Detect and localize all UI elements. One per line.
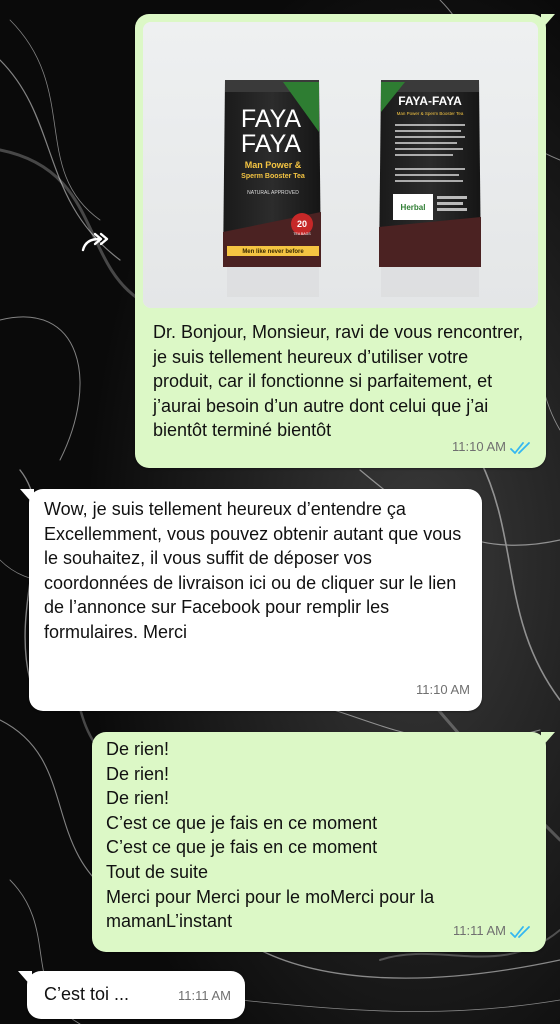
back-brand: FAYA-FAYA: [398, 94, 462, 108]
back-pack: FAYA-FAYA Man Power & Sperm Booster Tea …: [379, 80, 481, 267]
message-bubble-outgoing[interactable]: FAYA FAYA Man Power & Sperm Booster Tea …: [135, 14, 555, 468]
message-time: 11:10 AM: [452, 439, 506, 455]
bubble-tail: [541, 732, 555, 748]
message-meta: 11:11 AM: [453, 919, 534, 944]
message-bubble-outgoing[interactable]: De rien! De rien! De rien! C’est ce que …: [92, 732, 555, 952]
message-text: C’est toi ...: [44, 984, 130, 1004]
double-check-icon: [510, 441, 530, 454]
front-count: 20: [297, 219, 307, 229]
message-text: De rien! De rien! De rien! C’est ce que …: [106, 739, 435, 932]
front-tagline: NATURAL APPROVED: [247, 190, 299, 196]
product-image[interactable]: FAYA FAYA Man Power & Sperm Booster Tea …: [143, 22, 538, 308]
message-meta: 11:11 AM: [178, 984, 231, 1009]
back-logo-text: Herbal: [401, 203, 426, 212]
bubble-tail: [541, 14, 555, 30]
bubble-tail: [18, 971, 32, 987]
double-check-icon: [510, 925, 530, 938]
message-text: Dr. Bonjour, Monsieur, ravi de vous renc…: [153, 322, 524, 441]
back-subtitle: Man Power & Sperm Booster Tea: [397, 111, 464, 116]
message-time: 11:11 AM: [178, 988, 231, 1004]
message-bubble-incoming[interactable]: C’est toi ... 11:11 AM: [18, 971, 245, 1019]
forward-double-arrow-icon[interactable]: [79, 230, 111, 254]
front-count-unit: TEA BAGS: [293, 232, 311, 236]
front-subtitle-line1: Man Power &: [245, 160, 302, 170]
front-brand-line1: FAYA: [241, 105, 302, 133]
message-time: 11:11 AM: [453, 923, 506, 939]
front-brand-line2: FAYA: [241, 130, 302, 158]
front-subtitle-line2: Sperm Booster Tea: [241, 173, 305, 180]
message-time: 11:10 AM: [416, 682, 470, 698]
message-text: Wow, je suis tellement heureux d’entendr…: [44, 499, 462, 642]
message-bubble-incoming[interactable]: Wow, je suis tellement heureux d’entendr…: [20, 489, 482, 711]
bubble-tail: [20, 489, 34, 505]
front-footer: Men like never before: [242, 249, 304, 255]
message-meta: 11:10 AM: [452, 435, 534, 460]
message-meta: 11:10 AM: [416, 678, 470, 703]
front-pack: FAYA FAYA Man Power & Sperm Booster Tea …: [223, 80, 321, 267]
